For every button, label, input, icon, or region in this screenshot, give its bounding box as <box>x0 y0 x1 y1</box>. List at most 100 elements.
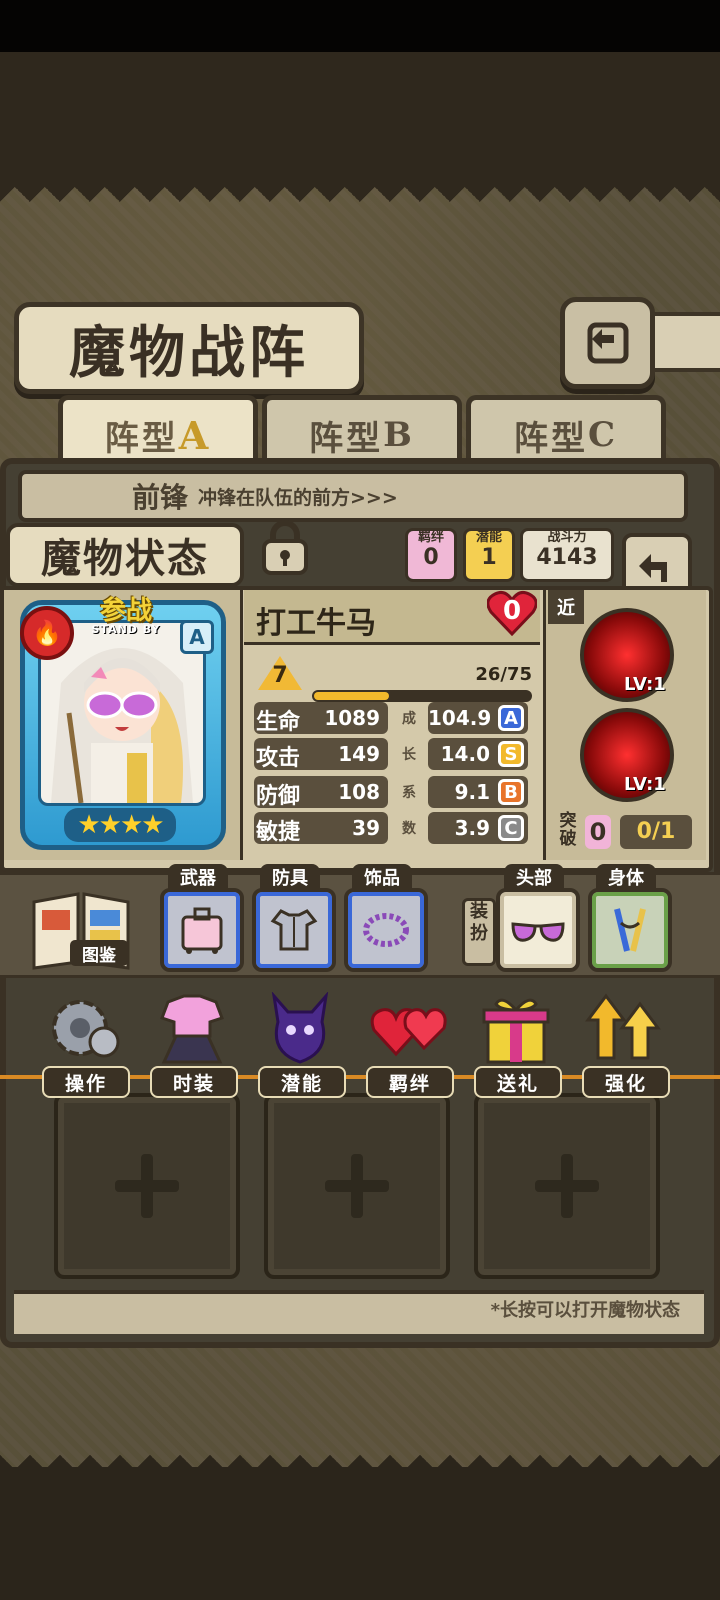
armor-slot[interactable] <box>252 888 336 972</box>
breakthrough-label: 突破 <box>559 811 577 849</box>
growth-grade: C <box>498 815 524 841</box>
potential-label: 潜能 <box>475 530 502 545</box>
plus-icon <box>115 1154 179 1218</box>
gift-label: 送礼 <box>474 1066 562 1098</box>
demon-icon <box>271 992 329 1064</box>
gear-icon <box>52 1000 120 1058</box>
accessory-slot[interactable] <box>344 888 428 972</box>
status-title: 魔物状态 <box>6 523 244 587</box>
empty-slot-1[interactable] <box>54 1093 240 1279</box>
standby-label: 参战 <box>99 596 152 626</box>
background-top <box>0 52 720 187</box>
outfit-icon <box>160 994 224 1064</box>
stat-value: 149 <box>338 742 380 766</box>
ribbon-icon <box>614 908 646 952</box>
armor-label: 防具 <box>260 864 320 890</box>
fire-element-icon: 🔥 <box>20 606 74 660</box>
weapon-slot[interactable] <box>160 888 244 972</box>
tab-letter: A <box>178 412 212 458</box>
head-slot[interactable] <box>496 888 580 972</box>
growth-value: 9.1 <box>454 780 490 804</box>
plus-icon <box>535 1154 599 1218</box>
tab-letter: B <box>383 415 415 455</box>
growth-grade: A <box>498 705 524 731</box>
growth-char: 数 <box>402 821 416 837</box>
operate-button[interactable]: 操作 <box>36 992 132 1100</box>
potential-counter: 潜能 1 <box>463 528 515 582</box>
star-rating: ★★★★ <box>64 808 176 842</box>
torn-edge-bottom <box>0 1440 720 1470</box>
vanguard-title: 前锋 <box>132 481 189 514</box>
range-tag: 近 <box>548 590 584 624</box>
potential-value: 1 <box>481 545 497 570</box>
growth-grade: B <box>498 779 524 805</box>
growth-value: 104.9 <box>428 706 492 730</box>
back-arrow-icon <box>639 554 667 582</box>
xp-bar-fill <box>314 692 389 700</box>
torn-edge-top <box>0 187 720 217</box>
stat-label: 敏捷 <box>256 820 301 845</box>
vanguard-desc: 冲锋在队伍的前方>>> <box>198 486 398 509</box>
growth-value: 3.9 <box>454 816 490 840</box>
bead-necklace-icon <box>363 913 409 947</box>
weapon-label: 武器 <box>168 864 228 890</box>
stat-label: 生命 <box>256 710 301 735</box>
tab-letter: C <box>587 415 619 455</box>
background-bottom <box>0 1467 720 1600</box>
character-name: 打工牛马 <box>256 606 376 641</box>
breakthrough-progress[interactable]: 0/1 <box>620 815 692 849</box>
body-slot[interactable] <box>588 888 672 972</box>
growth-char: 长 <box>402 747 416 763</box>
hint-text: *长按可以打开魔物状态 <box>490 1300 680 1321</box>
bond-label: 羁绊 <box>417 530 444 545</box>
fashion-button[interactable]: 时装 <box>144 992 240 1100</box>
skill-level-2: LV:1 <box>624 774 666 795</box>
skill-level-1: LV:1 <box>624 674 666 695</box>
empty-slot-3[interactable] <box>474 1093 660 1279</box>
combat-power: 战斗力 4143 <box>520 528 614 582</box>
heart-value: 0 <box>502 596 522 626</box>
gift-button[interactable]: 送礼 <box>468 992 564 1100</box>
standby-sub: STAND BY <box>91 623 161 636</box>
body-label: 身体 <box>596 864 656 890</box>
growth-value: 14.0 <box>440 742 490 766</box>
bond-label: 羁绊 <box>366 1066 454 1098</box>
fashion-label: 时装 <box>150 1066 238 1098</box>
stat-label: 防御 <box>256 784 301 809</box>
operate-label: 操作 <box>42 1066 130 1098</box>
growth-char: 成 <box>402 711 416 727</box>
upgrade-arrows-icon <box>585 993 661 1060</box>
accessory-label: 饰品 <box>352 864 412 890</box>
enhance-label: 强化 <box>582 1066 670 1098</box>
growth-char: 系 <box>402 785 416 801</box>
potential-button[interactable]: 潜能 <box>252 992 348 1100</box>
empty-slot-2[interactable] <box>264 1093 450 1279</box>
sunglasses-icon <box>511 922 565 942</box>
dressup-label: 装扮 <box>462 898 496 966</box>
bond-button[interactable]: 羁绊 <box>360 992 456 1100</box>
power-value: 4143 <box>536 545 598 570</box>
stat-value: 39 <box>352 816 380 840</box>
xp-text: 26/75 <box>475 664 532 685</box>
lock-icon[interactable] <box>258 517 312 577</box>
potential-label: 潜能 <box>258 1066 346 1098</box>
gift-icon <box>482 998 550 1064</box>
breakthrough-count: 0 <box>585 815 611 849</box>
bond-counter: 羁绊 0 <box>405 528 457 582</box>
rank-badge: A <box>180 620 214 654</box>
bond-value: 0 <box>423 545 439 570</box>
codex-label[interactable]: 图鉴 <box>70 940 128 966</box>
tab-label: 阵型 <box>104 418 179 459</box>
page-title: 魔物战阵 <box>14 302 364 394</box>
tab-label: 阵型 <box>513 418 588 459</box>
power-label: 战斗力 <box>547 530 587 545</box>
enhance-button[interactable]: 强化 <box>576 992 672 1100</box>
head-label: 头部 <box>504 864 564 890</box>
plus-icon <box>325 1154 389 1218</box>
armor-icon <box>270 909 318 951</box>
title-strip <box>645 312 720 372</box>
tab-label: 阵型 <box>309 418 384 459</box>
return-button[interactable] <box>560 297 655 389</box>
suitcase-icon <box>181 907 223 954</box>
stat-value: 108 <box>338 780 380 804</box>
